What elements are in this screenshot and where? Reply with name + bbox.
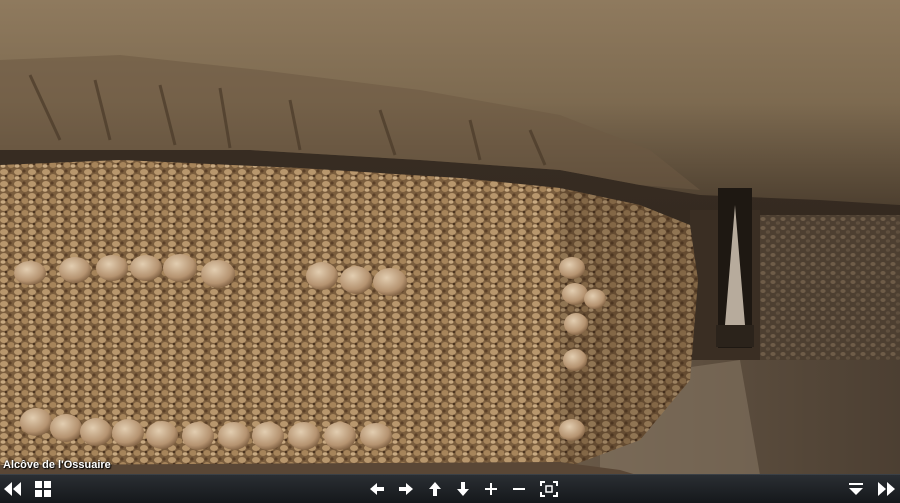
- pan-left-button[interactable]: [367, 480, 387, 498]
- pan-right-button[interactable]: [396, 480, 416, 498]
- pan-up-button[interactable]: [425, 480, 445, 498]
- grid-icon: [35, 481, 51, 497]
- pan-down-button[interactable]: [453, 480, 473, 498]
- arrow-up-icon: [429, 482, 441, 496]
- next-scene-button[interactable]: [877, 480, 897, 498]
- thumbnails-button[interactable]: [33, 480, 53, 498]
- arrow-right-icon: [399, 483, 413, 495]
- viewer-toolbar: [0, 474, 900, 503]
- double-chevron-right-icon: [878, 482, 895, 496]
- hide-controls-button[interactable]: [846, 480, 866, 498]
- scene-caption: Alcôve de l'Ossuaire: [3, 459, 111, 471]
- zoom-in-button[interactable]: [481, 480, 501, 498]
- arrow-left-icon: [370, 483, 384, 495]
- collapse-down-icon: [849, 483, 863, 495]
- fullscreen-icon: [540, 481, 558, 497]
- minus-icon: [513, 488, 525, 490]
- previous-scene-button[interactable]: [2, 480, 22, 498]
- fullscreen-button[interactable]: [539, 480, 559, 498]
- panorama-image[interactable]: [0, 0, 900, 503]
- double-chevron-left-icon: [4, 482, 21, 496]
- arrow-down-icon: [457, 482, 469, 496]
- panorama-viewer[interactable]: Alcôve de l'Ossuaire: [0, 0, 900, 503]
- plus-icon: [485, 483, 497, 495]
- zoom-out-button[interactable]: [509, 480, 529, 498]
